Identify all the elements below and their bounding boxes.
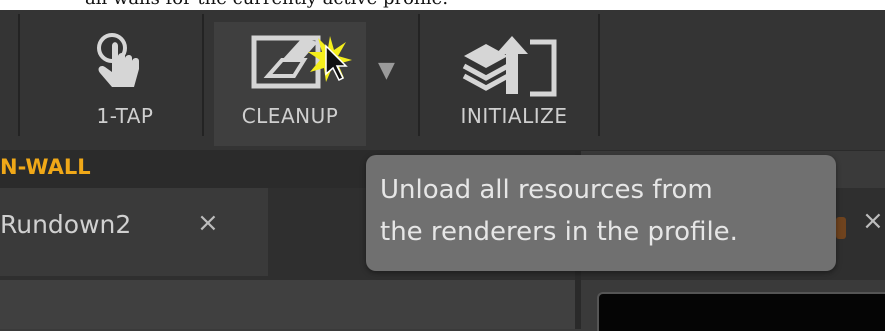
tooltip-line-2: the renderers in the profile.	[380, 217, 738, 247]
tab-close-icon[interactable]: ×	[197, 208, 219, 238]
one-tap-button[interactable]: 1-TAP	[50, 10, 200, 138]
initialize-label: INITIALIZE	[460, 104, 568, 128]
cleanup-dropdown-chevron-icon[interactable]: ▼	[378, 58, 395, 83]
cleanup-button[interactable]: CLEANUP	[214, 10, 366, 138]
toolbar-separator	[418, 14, 420, 136]
document-text: all walls for the currently active profi…	[85, 0, 448, 9]
one-tap-label: 1-TAP	[96, 104, 154, 128]
cleanup-label: CLEANUP	[241, 104, 339, 128]
cleanup-tooltip: Unload all resources from the renderers …	[366, 155, 836, 271]
initialize-button[interactable]: INITIALIZE	[430, 10, 598, 138]
toolbar: 1-TAP CLEANUP ▼ INITIALIZE	[0, 10, 885, 151]
preview-screen	[597, 292, 885, 331]
tab-accent-indicator	[836, 217, 846, 239]
tooltip-line-1: Unload all resources from	[380, 175, 713, 205]
toolbar-separator	[598, 14, 600, 136]
section-label: N-WALL	[0, 155, 91, 179]
toolbar-separator	[202, 14, 204, 136]
rundown-content-panel	[0, 280, 575, 329]
document-text-strip: all walls for the currently active profi…	[0, 0, 885, 10]
toolbar-separator	[18, 14, 20, 136]
eraser-icon	[251, 35, 352, 89]
tab-label: Rundown2	[0, 210, 132, 239]
tab-close-icon[interactable]: ×	[862, 206, 884, 236]
touch-hand-icon	[97, 33, 139, 87]
initialize-stack-icon	[462, 36, 557, 97]
